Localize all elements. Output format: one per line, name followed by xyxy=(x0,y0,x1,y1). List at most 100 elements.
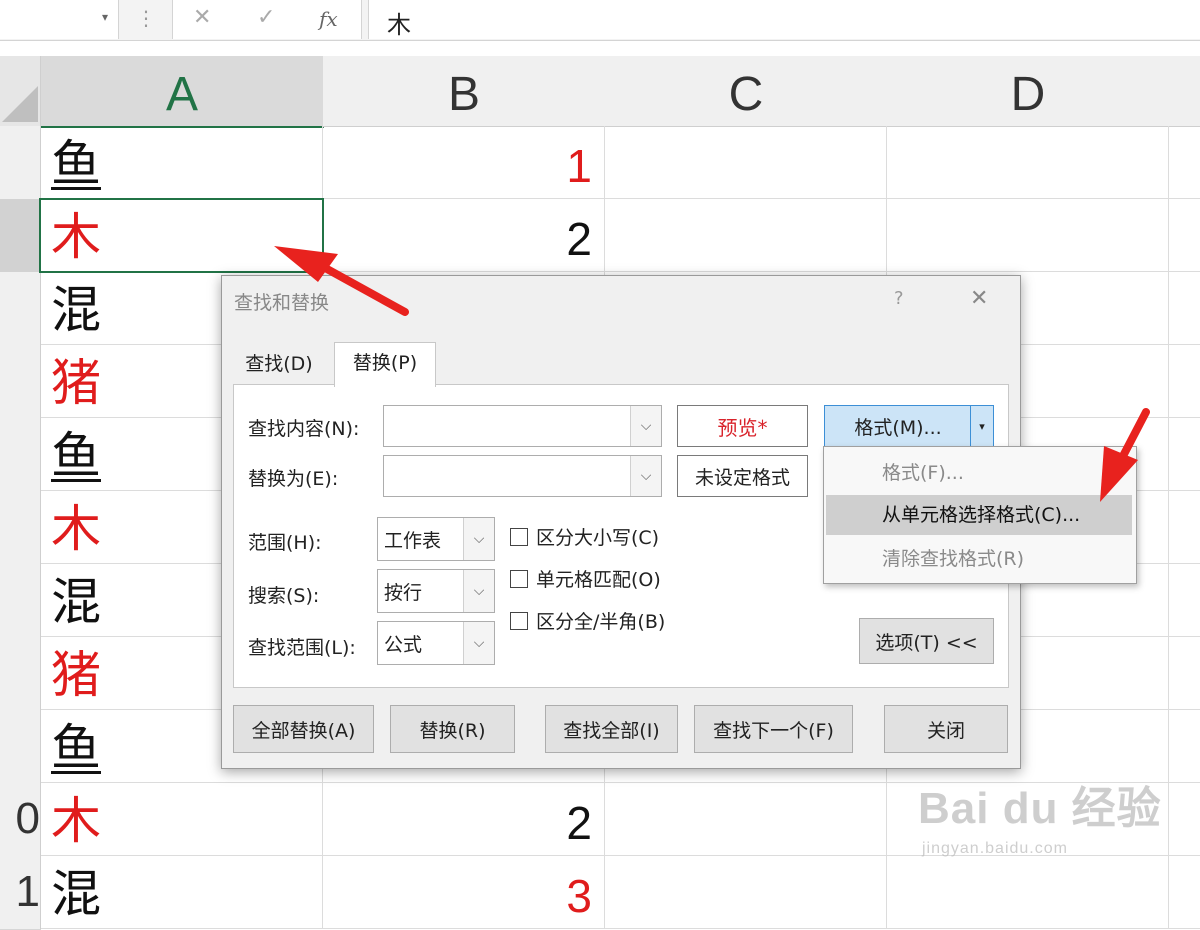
search-order-select[interactable]: 按行 ⌵ xyxy=(377,569,495,613)
cell-number: 3 xyxy=(566,870,592,922)
format-split-button[interactable]: 格式(M)... ▾ xyxy=(824,405,994,447)
name-box[interactable]: ▾ xyxy=(0,0,119,39)
watermark-url: jingyan.baidu.com xyxy=(922,840,1068,857)
replace-button[interactable]: 替换(R) xyxy=(390,705,515,753)
match-byte-label: 区分全/半角(B) xyxy=(536,611,666,633)
table-cell[interactable]: 2 xyxy=(323,199,605,272)
menu-item-format[interactable]: 格式(F)... xyxy=(826,453,1132,493)
table-cell[interactable] xyxy=(1169,345,1200,418)
table-cell[interactable] xyxy=(1169,783,1200,856)
row-header[interactable]: 0 xyxy=(0,783,41,857)
table-cell[interactable] xyxy=(887,126,1169,199)
checkbox-icon[interactable] xyxy=(510,528,528,546)
row-header[interactable] xyxy=(0,637,41,711)
dialog-title: 查找和替换 xyxy=(234,292,330,314)
menu-item-choose-format-from-cell[interactable]: 从单元格选择格式(C)... xyxy=(826,495,1132,535)
table-cell[interactable]: 1 xyxy=(323,126,605,199)
formula-buttons: ✕ ✓ fx xyxy=(172,0,362,39)
table-cell[interactable] xyxy=(1169,710,1200,783)
cell-number: 1 xyxy=(566,140,592,192)
row-header[interactable] xyxy=(0,418,41,492)
table-cell[interactable] xyxy=(605,199,887,272)
table-cell[interactable] xyxy=(887,856,1169,929)
replace-with-input[interactable]: ⌵ xyxy=(383,455,662,497)
chevron-down-icon[interactable]: ⌵ xyxy=(463,518,494,560)
options-button[interactable]: 选项(T) << xyxy=(859,618,994,664)
table-cell[interactable] xyxy=(1169,637,1200,710)
checkbox-icon[interactable] xyxy=(510,570,528,588)
table-cell[interactable] xyxy=(1169,856,1200,929)
table-cell[interactable]: 鱼 xyxy=(41,126,323,199)
table-cell[interactable]: 木 xyxy=(41,783,323,856)
column-header-a[interactable]: A xyxy=(41,56,324,128)
table-cell[interactable]: 混 xyxy=(41,856,323,929)
row-header[interactable] xyxy=(0,199,41,273)
search-order-value: 按行 xyxy=(384,582,423,604)
menu-item-clear-find-format[interactable]: 清除查找格式(R) xyxy=(826,539,1132,579)
table-cell[interactable] xyxy=(1169,126,1200,199)
table-cell[interactable] xyxy=(1169,199,1200,272)
more-icon: ⋮ xyxy=(136,6,156,30)
table-cell[interactable] xyxy=(1169,564,1200,637)
chevron-down-icon[interactable]: ⌵ xyxy=(463,622,494,664)
chevron-down-icon[interactable]: ⌵ xyxy=(463,570,494,612)
match-byte-checkbox[interactable]: 区分全/半角(B) xyxy=(510,607,665,634)
table-cell[interactable]: 木 xyxy=(41,199,323,272)
look-in-select[interactable]: 公式 ⌵ xyxy=(377,621,495,665)
table-cell[interactable] xyxy=(887,199,1169,272)
column-header-c[interactable]: C xyxy=(605,56,888,127)
tab-replace[interactable]: 替换(P) xyxy=(334,342,436,387)
table-cell[interactable] xyxy=(1169,272,1200,345)
table-cell[interactable] xyxy=(605,783,887,856)
row-header[interactable] xyxy=(0,491,41,565)
tab-find[interactable]: 查找(D) xyxy=(234,344,324,384)
scope-select[interactable]: 工作表 ⌵ xyxy=(377,517,495,561)
cell-number: 2 xyxy=(566,213,592,265)
table-cell[interactable]: 2 xyxy=(323,783,605,856)
match-case-label: 区分大小写(C) xyxy=(536,527,660,549)
cell-text: 混 xyxy=(51,281,101,339)
table-cell[interactable] xyxy=(1169,418,1200,491)
table-cell[interactable] xyxy=(605,126,887,199)
cell-text: 混 xyxy=(51,865,101,923)
match-entire-cell-checkbox[interactable]: 单元格匹配(O) xyxy=(510,565,661,592)
chevron-down-icon[interactable]: ⌵ xyxy=(630,456,661,496)
table-cell[interactable] xyxy=(605,856,887,929)
find-all-button[interactable]: 查找全部(I) xyxy=(545,705,678,753)
row-header[interactable]: 1 xyxy=(0,856,41,930)
look-in-label: 查找范围(L): xyxy=(248,637,356,659)
row-header[interactable] xyxy=(0,272,41,346)
chevron-down-icon[interactable]: ▾ xyxy=(102,10,108,24)
cancel-icon[interactable]: ✕ xyxy=(193,5,211,30)
row-header[interactable] xyxy=(0,126,41,200)
match-case-checkbox[interactable]: 区分大小写(C) xyxy=(510,523,659,550)
chevron-down-icon[interactable]: ⌵ xyxy=(630,406,661,446)
close-button[interactable]: 关闭 xyxy=(884,705,1008,753)
column-header-d[interactable]: D xyxy=(887,56,1170,127)
find-what-input[interactable]: ⌵ xyxy=(383,405,662,447)
scope-label: 范围(H): xyxy=(248,532,322,554)
insert-function-icon[interactable]: fx xyxy=(319,7,338,31)
format-button[interactable]: 格式(M)... xyxy=(825,406,971,446)
row-header[interactable] xyxy=(0,710,41,784)
checkbox-icon[interactable] xyxy=(510,612,528,630)
cell-text: 鱼 xyxy=(51,427,101,485)
column-header-b[interactable]: B xyxy=(323,56,606,127)
find-next-button[interactable]: 查找下一个(F) xyxy=(694,705,853,753)
select-all-corner[interactable] xyxy=(0,56,41,127)
table-cell[interactable] xyxy=(1169,491,1200,564)
cell-text: 混 xyxy=(51,573,101,631)
match-entire-label: 单元格匹配(O) xyxy=(536,569,661,591)
cell-text: 猪 xyxy=(51,646,101,704)
formula-input[interactable]: 木 xyxy=(368,0,1200,39)
caret-down-icon[interactable]: ▾ xyxy=(970,406,993,446)
column-header-e[interactable] xyxy=(1169,56,1200,127)
enter-icon[interactable]: ✓ xyxy=(257,5,275,30)
close-icon[interactable]: ✕ xyxy=(970,286,988,311)
replace-all-button[interactable]: 全部替换(A) xyxy=(233,705,374,753)
row-header[interactable] xyxy=(0,345,41,419)
baidu-watermark: Bai du 经验 jingyan.baidu.com xyxy=(918,772,1162,857)
help-icon[interactable]: ? xyxy=(894,288,904,309)
row-header[interactable] xyxy=(0,564,41,638)
table-cell[interactable]: 3 xyxy=(323,856,605,929)
